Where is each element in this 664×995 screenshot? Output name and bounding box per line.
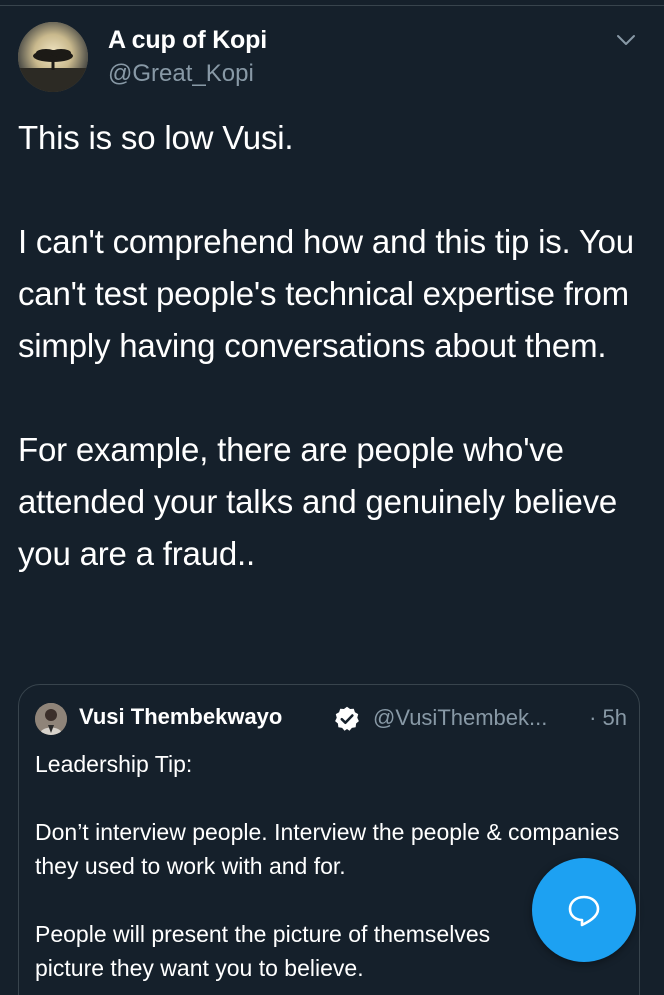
top-divider: [0, 5, 664, 6]
quoted-tweet-text: Leadership Tip: Don’t interview people. …: [35, 747, 625, 985]
quoted-author-name: Vusi Thembekwayo: [79, 704, 283, 729]
tweet-text: This is so low Vusi. I can't comprehend …: [18, 112, 648, 580]
quoted-author-handle: @VusiThembek...: [373, 705, 548, 730]
author-name[interactable]: A cup of Kopi: [108, 26, 267, 55]
quoted-tweet-time: · 5h: [589, 705, 627, 730]
chevron-down-icon[interactable]: [614, 28, 638, 52]
tweet-detail-screen: A cup of Kopi @Great_Kopi This is so low…: [0, 0, 664, 995]
tweet-paragraph: I can't comprehend how and this tip is. …: [18, 223, 634, 364]
quoted-tweet-paragraph: Leadership Tip:: [35, 751, 193, 777]
verified-badge-icon: [333, 705, 361, 733]
quoted-author-avatar: [35, 703, 67, 735]
author-handle[interactable]: @Great_Kopi: [108, 60, 254, 88]
compose-reply-icon: [568, 895, 600, 927]
tweet-paragraph: This is so low Vusi.: [18, 119, 294, 156]
tweet-paragraph: For example, there are people who've att…: [18, 431, 618, 572]
tweet-header: A cup of Kopi @Great_Kopi: [18, 22, 646, 94]
author-avatar[interactable]: [18, 22, 88, 92]
compose-reply-button[interactable]: [532, 858, 636, 962]
tree-silhouette-icon: [18, 22, 88, 92]
quoted-tweet-card[interactable]: Vusi Thembekwayo @VusiThembek... · 5h Le…: [18, 684, 640, 995]
quoted-tweet-paragraph: Don’t interview people. Interview the pe…: [35, 819, 620, 879]
quoted-tweet-header: Vusi Thembekwayo @VusiThembek... · 5h: [35, 703, 627, 739]
